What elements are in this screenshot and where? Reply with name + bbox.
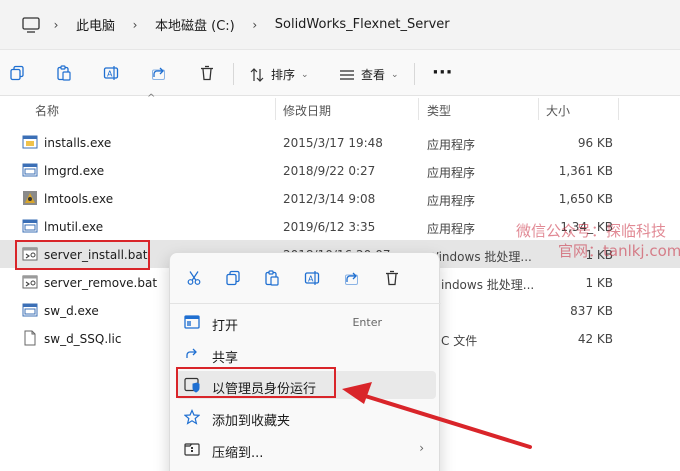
file-type: 应用程序 — [427, 166, 476, 180]
column-size[interactable]: 大小 — [546, 102, 570, 119]
column-modified[interactable]: 修改日期 — [283, 102, 331, 119]
file-date: 2019/6/12 3:35 — [283, 220, 376, 234]
file-row[interactable]: lmtools.exe 2012/3/14 9:08 应用程序 1,650 KB — [0, 184, 680, 212]
file-size: 837 KB — [570, 304, 613, 318]
file-date: 2012/3/14 9:08 — [283, 192, 376, 206]
file-name: lmgrd.exe — [44, 164, 105, 178]
file-size: 1,650 KB — [558, 192, 613, 206]
sort-button[interactable]: 排序 ⌄ — [249, 66, 309, 83]
file-name: server_remove.bat — [44, 276, 158, 290]
context-quick-actions: A — [170, 263, 441, 293]
chevron-right-icon: › — [132, 17, 138, 32]
address-bar[interactable]: › 此电脑 › 本地磁盘 (C:) › SolidWorks_Flexnet_S… — [0, 0, 680, 50]
highlight-box-file — [15, 240, 150, 270]
file-type: C 文件 — [441, 334, 478, 348]
menu-item-open[interactable]: 打开 Enter — [176, 308, 436, 336]
paste-icon[interactable] — [51, 60, 77, 86]
exe-icon — [22, 219, 38, 233]
exe-icon — [22, 303, 38, 317]
column-name[interactable]: 名称 — [35, 102, 59, 119]
toolbar-divider — [233, 63, 234, 85]
sort-icon — [250, 67, 264, 82]
menu-item-share[interactable]: 共享 — [176, 340, 436, 368]
menu-item-label: 添加到收藏夹 — [212, 414, 291, 429]
file-row[interactable]: lmgrd.exe 2018/9/22 0:27 应用程序 1,361 KB — [0, 156, 680, 184]
chevron-right-icon: › — [53, 17, 59, 32]
column-header-row: ^ 名称 修改日期 类型 大小 — [0, 93, 680, 122]
this-pc-icon[interactable] — [20, 14, 42, 36]
breadcrumb-local-disk[interactable]: 本地磁盘 (C:) — [149, 15, 241, 34]
zip-icon — [184, 443, 200, 456]
open-icon — [184, 315, 200, 329]
delete-icon[interactable] — [380, 266, 404, 290]
column-divider[interactable] — [275, 98, 276, 120]
exe-icon — [22, 163, 38, 177]
file-type: 应用程序 — [427, 138, 476, 152]
file-type: indows 批处理... — [441, 278, 535, 292]
delete-icon[interactable] — [194, 60, 220, 86]
view-icon — [340, 69, 354, 80]
file-size: 42 KB — [577, 332, 613, 346]
svg-text:A: A — [107, 70, 113, 79]
file-date: 2015/3/17 19:48 — [283, 136, 383, 150]
view-button[interactable]: 查看 ⌄ — [339, 66, 399, 83]
more-options-button[interactable]: ··· — [432, 62, 453, 83]
breadcrumb-current-folder[interactable]: SolidWorks_Flexnet_Server — [269, 17, 456, 32]
share-icon[interactable] — [340, 266, 364, 290]
paste-icon[interactable] — [260, 266, 284, 290]
share-icon — [186, 348, 197, 358]
file-name: installs.exe — [44, 136, 112, 150]
context-menu: A 打开 Enter 共享 以管理员身份运行 添加到收藏夹 压缩到... › — [169, 252, 441, 471]
menu-item-compress-to[interactable]: 压缩到... › — [176, 435, 436, 463]
sort-ascending-icon: ^ — [147, 93, 156, 104]
copy-icon[interactable] — [4, 60, 30, 86]
menu-item-label: 打开 — [212, 319, 239, 334]
bat-icon — [22, 275, 38, 289]
file-type: Windows 批处理... — [427, 250, 532, 264]
rename-icon[interactable]: A — [300, 266, 324, 290]
file-icon — [24, 330, 36, 346]
file-row[interactable]: installs.exe 2015/3/17 19:48 应用程序 96 KB — [0, 128, 680, 156]
menu-item-label: 压缩到... — [212, 446, 264, 461]
chevron-right-icon: › — [419, 441, 424, 455]
toolbar-divider — [414, 63, 415, 85]
file-name: lmutil.exe — [44, 220, 104, 234]
column-divider[interactable] — [418, 98, 419, 120]
menu-item-add-to-favorites[interactable]: 添加到收藏夹 — [176, 403, 436, 431]
column-type[interactable]: 类型 — [427, 102, 451, 119]
chevron-right-icon: › — [252, 17, 258, 32]
column-divider[interactable] — [618, 98, 619, 120]
file-size: 1,361 KB — [558, 164, 613, 178]
menu-item-shortcut: Enter — [352, 316, 382, 329]
file-size: 96 KB — [577, 136, 613, 150]
svg-text:A: A — [308, 275, 314, 284]
file-size: 1 KB — [585, 276, 613, 290]
file-name: sw_d_SSQ.lic — [44, 332, 122, 346]
file-type: 应用程序 — [427, 194, 476, 208]
chevron-down-icon: ⌄ — [391, 69, 399, 80]
file-date: 2018/9/22 0:27 — [283, 164, 376, 178]
chevron-down-icon: ⌄ — [301, 69, 309, 80]
view-label: 查看 — [361, 68, 386, 82]
exe-icon — [22, 135, 38, 149]
highlight-box-menu-item — [176, 367, 336, 398]
sort-label: 排序 — [271, 68, 296, 82]
column-divider[interactable] — [538, 98, 539, 120]
share-icon[interactable] — [146, 60, 172, 86]
file-name: lmtools.exe — [44, 192, 114, 206]
rename-icon[interactable]: A — [98, 60, 124, 86]
cut-icon[interactable] — [182, 266, 206, 290]
watermark-line-2: 官网：tanlkj.com — [558, 242, 680, 260]
copy-icon[interactable] — [221, 266, 245, 290]
command-bar: A 排序 ⌄ 查看 ⌄ ··· — [0, 50, 680, 96]
context-menu-divider — [170, 303, 441, 304]
menu-item-label: 共享 — [212, 351, 239, 366]
star-icon — [184, 409, 200, 425]
lmtools-icon — [23, 191, 37, 205]
breadcrumb-this-pc[interactable]: 此电脑 — [70, 15, 121, 34]
file-name: sw_d.exe — [44, 304, 99, 318]
watermark-line-1: 微信公众号：探临科技 — [516, 222, 667, 240]
file-type: 应用程序 — [427, 222, 476, 236]
